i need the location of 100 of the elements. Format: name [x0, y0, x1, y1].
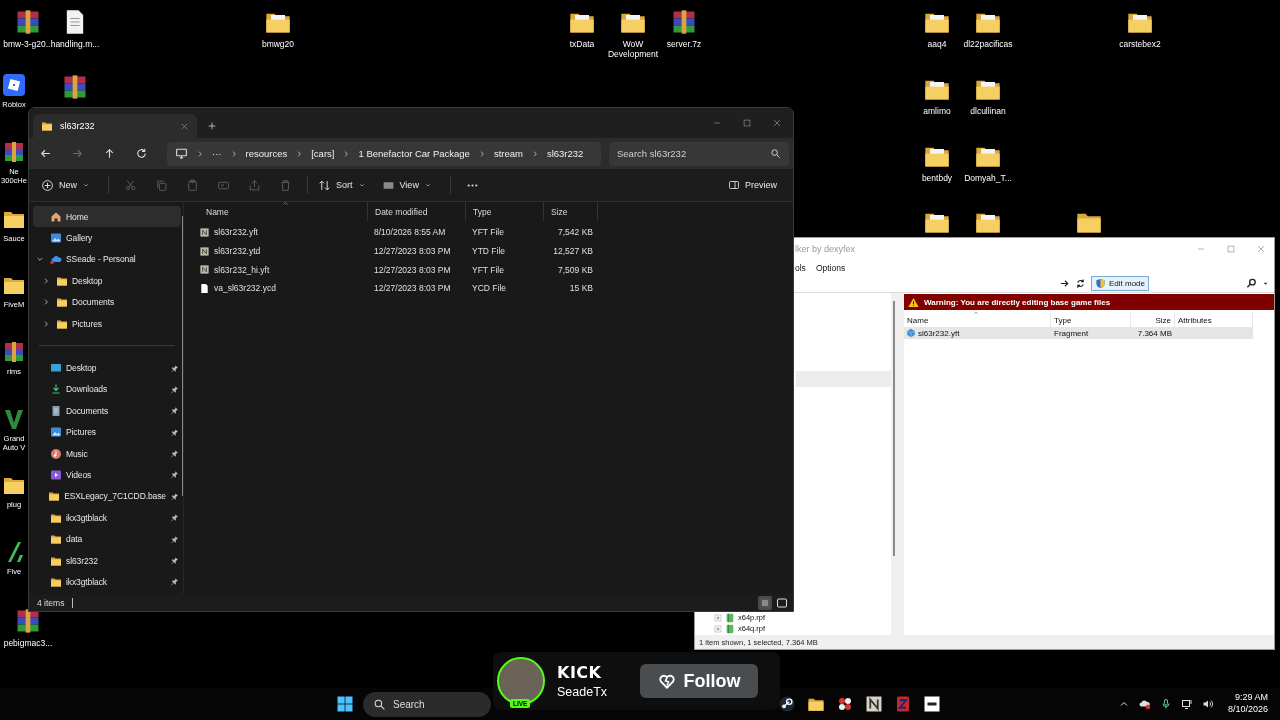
menu-item[interactable]: Options [815, 262, 846, 273]
cloud-icon[interactable] [1138, 698, 1151, 710]
plus-icon[interactable] [207, 121, 217, 131]
new-button[interactable]: New [37, 174, 94, 196]
chevron-right-icon[interactable] [196, 149, 204, 158]
follow-button[interactable]: Follow [640, 664, 758, 698]
letter-n-icon[interactable] [865, 695, 883, 713]
sidebar-item[interactable]: Gallery [33, 227, 181, 249]
pin-icon[interactable] [170, 406, 179, 416]
panel-icon [728, 179, 740, 191]
sidebar-item[interactable]: Desktop [39, 270, 181, 292]
sidebar-item[interactable]: ikx3gtblack [33, 571, 181, 593]
app-icon[interactable] [2, 73, 26, 97]
app-icon[interactable] [923, 695, 941, 713]
sidebar-item[interactable]: Desktop [33, 357, 181, 379]
back-arrow-icon[interactable] [39, 147, 52, 160]
cloud-icon [50, 253, 62, 266]
edit-mode-button[interactable]: Edit mode [1090, 276, 1149, 291]
sidebar-item[interactable]: Pictures [33, 421, 181, 443]
sidebar-item[interactable]: sl63r232 [33, 549, 181, 572]
scrollbar-thumb[interactable] [893, 301, 895, 556]
archive-icon[interactable] [2, 340, 26, 364]
chevron-right-icon[interactable] [42, 319, 50, 328]
status-text: 4 items [37, 597, 65, 608]
search-field[interactable]: Search [363, 691, 491, 717]
chevron-right-icon[interactable] [295, 149, 304, 158]
computer-icon[interactable] [175, 147, 188, 160]
pin-icon[interactable] [170, 577, 179, 587]
breadcrumb-item[interactable]: 1 Benefactor Car Package [358, 148, 470, 159]
close-icon[interactable] [772, 118, 782, 128]
sidebar-item[interactable]: Documents [33, 400, 181, 422]
pin-icon[interactable] [170, 427, 179, 437]
maximize-icon[interactable] [742, 118, 752, 128]
breadcrumb-item[interactable]: stream [493, 148, 523, 159]
sidebar-item[interactable]: ESXLegacy_7C1CDD.base [33, 485, 181, 508]
table-cell: sl63r232.yft [918, 328, 960, 338]
network-icon[interactable] [1180, 698, 1193, 710]
search-icon[interactable] [770, 148, 781, 159]
chevron-right-icon[interactable] [342, 149, 351, 158]
sidebar-item[interactable]: ikx3gtblack [33, 507, 181, 529]
sidebar-item[interactable]: Downloads [33, 378, 181, 401]
microphone-icon[interactable] [1159, 698, 1172, 710]
pin-icon[interactable] [170, 513, 179, 523]
sidebar-item[interactable]: Documents [39, 291, 181, 313]
preview-button[interactable]: Preview [724, 175, 781, 195]
pin-icon[interactable] [170, 449, 179, 459]
sort-button[interactable]: Sort [314, 174, 370, 196]
steam-icon[interactable] [778, 695, 796, 713]
file-name[interactable]: va_sl63r232.ycd [214, 283, 276, 294]
video-icon [50, 469, 62, 481]
sidebar-item[interactable]: Music [33, 442, 181, 465]
breadcrumb-item[interactable]: resources [245, 148, 288, 159]
file-name[interactable]: sl63r232.ytd [214, 246, 261, 257]
clock-date[interactable]: 8/10/2026 [1227, 704, 1268, 716]
pin-icon[interactable] [170, 556, 179, 566]
tab[interactable]: sl63r232 [33, 114, 197, 138]
list-row[interactable]: sl63r232.yft Fragment 7.364 MB [904, 327, 1253, 339]
chevron-down-icon[interactable] [36, 255, 44, 264]
view-button[interactable]: View [377, 174, 436, 196]
chevron-right-icon[interactable] [42, 298, 50, 307]
arrow-right-icon[interactable] [1058, 278, 1070, 289]
up-arrow-icon[interactable] [103, 147, 116, 160]
scrollbar-thumb[interactable] [182, 216, 183, 496]
refresh-icon[interactable] [135, 147, 148, 160]
pin-icon[interactable] [170, 491, 179, 501]
clock-time[interactable]: 9:29 AM [1234, 692, 1268, 704]
breadcrumb-item[interactable]: [cars] [311, 148, 335, 159]
pin-icon[interactable] [170, 470, 179, 480]
archive-icon[interactable] [2, 140, 26, 164]
chevron-right-icon[interactable] [42, 276, 50, 285]
close-icon[interactable] [180, 121, 189, 131]
start-icon[interactable] [336, 695, 354, 713]
sidebar-item[interactable]: Home [33, 206, 181, 228]
caret-icon[interactable] [1262, 280, 1269, 287]
pin-icon[interactable] [170, 534, 179, 544]
column-header[interactable]: Name [199, 202, 368, 221]
address-bar[interactable]: ··· resources [cars] 1 Benefactor Car Package stream sl63r232 [167, 141, 601, 166]
volume-icon[interactable] [1201, 698, 1214, 710]
column-header[interactable]: Size [544, 202, 598, 221]
file-name[interactable]: sl63r232_hi.yft [214, 264, 270, 275]
letter-z-icon[interactable] [894, 695, 912, 713]
sidebar-item[interactable]: Videos [33, 464, 181, 486]
pin-icon[interactable] [170, 363, 179, 373]
pin-icon[interactable] [170, 384, 179, 394]
refresh-icon[interactable] [1074, 278, 1086, 289]
file-name[interactable]: sl63r232.yft [214, 227, 258, 238]
breadcrumb-overflow[interactable]: ··· [212, 148, 222, 159]
details-view-icon[interactable] [758, 595, 772, 610]
tiles-view-icon[interactable] [775, 595, 789, 610]
breadcrumb-item[interactable]: sl63r232 [546, 148, 584, 159]
sidebar-item[interactable]: data [33, 528, 181, 550]
window-title: lker by dexyfex [795, 244, 856, 254]
menu-item[interactable]: ols [795, 262, 806, 273]
flower-icon[interactable] [836, 695, 854, 713]
search-field[interactable]: Search sl63r232 [609, 141, 789, 166]
sidebar-item[interactable]: Pictures [39, 312, 181, 335]
sidebar-item[interactable]: SSeade - Personal [33, 248, 181, 271]
column-header[interactable]: Date modified [368, 202, 466, 221]
column-header[interactable]: Type [466, 202, 544, 221]
search-icon[interactable] [1246, 278, 1257, 289]
